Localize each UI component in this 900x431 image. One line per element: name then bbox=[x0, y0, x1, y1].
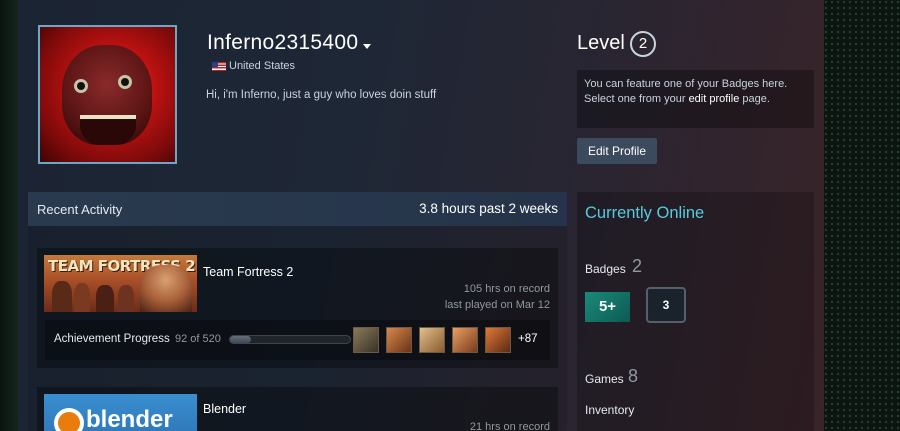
avatar-eye-left bbox=[74, 79, 88, 93]
tf2-heavy-figure bbox=[140, 265, 192, 312]
badge-info-suffix: page. bbox=[739, 93, 770, 105]
game-name[interactable]: Team Fortress 2 bbox=[203, 265, 293, 279]
tf2-figure bbox=[52, 281, 72, 312]
online-status: Currently Online bbox=[585, 204, 705, 222]
achievement-progress-row[interactable]: Achievement Progress 92 of 520 +87 bbox=[45, 320, 550, 360]
avatar[interactable] bbox=[38, 25, 177, 164]
achievement-icon[interactable] bbox=[485, 327, 511, 353]
last-played: last played on Mar 12 bbox=[444, 299, 550, 311]
badge-level[interactable]: 3 bbox=[646, 287, 686, 323]
games-link[interactable]: Games bbox=[585, 372, 624, 386]
edit-profile-button[interactable]: Edit Profile bbox=[577, 138, 657, 164]
blender-capsule-logo: blender bbox=[86, 406, 173, 431]
game-card-blender: blender Blender 21 hrs on record bbox=[37, 387, 558, 431]
more-achievements-link[interactable]: +87 bbox=[518, 333, 538, 345]
background-right-edge bbox=[824, 0, 900, 431]
hours-on-record: 105 hrs on record bbox=[463, 283, 550, 295]
badge-info-line1: You can feature one of your Badges here. bbox=[584, 78, 788, 90]
badge-years-of-service[interactable]: 5+ bbox=[585, 292, 630, 322]
tf2-figure bbox=[96, 285, 114, 312]
badge-info-line2: Select one from your edit profile page. bbox=[584, 92, 807, 107]
achievement-icon[interactable] bbox=[452, 327, 478, 353]
recent-activity-hours: 3.8 hours past 2 weeks bbox=[419, 201, 558, 216]
avatar-eye-right bbox=[118, 75, 132, 89]
game-name[interactable]: Blender bbox=[203, 402, 246, 416]
level-badge[interactable]: 2 bbox=[630, 31, 656, 57]
tf2-capsule-image[interactable]: TEAM FORTRESS 2 bbox=[44, 255, 197, 312]
inventory-link[interactable]: Inventory bbox=[585, 403, 634, 417]
us-flag-icon bbox=[212, 62, 226, 71]
badges-link[interactable]: Badges bbox=[585, 262, 626, 276]
chevron-down-icon[interactable] bbox=[363, 44, 371, 49]
game-stats: 105 hrs on record last played on Mar 12 bbox=[445, 281, 550, 313]
tf2-figure bbox=[118, 285, 134, 312]
achievement-icon[interactable] bbox=[353, 327, 379, 353]
badge-info-prefix: Select one from your bbox=[584, 93, 689, 105]
badges-count[interactable]: 2 bbox=[632, 256, 642, 277]
avatar-jaw bbox=[80, 115, 136, 145]
recent-activity-title[interactable]: Recent Activity bbox=[37, 202, 122, 217]
hours-on-record: 21 hrs on record bbox=[469, 421, 550, 431]
blender-capsule-image[interactable]: blender bbox=[44, 394, 197, 431]
username[interactable]: Inferno2315400 bbox=[207, 31, 358, 55]
level-label: Level bbox=[577, 32, 625, 54]
game-card-tf2: TEAM FORTRESS 2 Team Fortress 2 105 hrs … bbox=[37, 248, 558, 368]
achievement-progress-bar bbox=[229, 335, 351, 344]
country-label: United States bbox=[229, 60, 296, 72]
featured-badge-info: You can feature one of your Badges here.… bbox=[577, 70, 814, 128]
achievement-count: 92 of 520 bbox=[175, 333, 221, 345]
edit-profile-link[interactable]: edit profile bbox=[689, 93, 740, 105]
tf2-figure bbox=[74, 283, 90, 312]
blender-logo-icon bbox=[54, 408, 84, 431]
achievement-icon[interactable] bbox=[419, 327, 445, 353]
profile-summary: Hi, i'm Inferno, just a guy who loves do… bbox=[206, 89, 437, 101]
game-stats: 21 hrs on record bbox=[470, 419, 550, 431]
games-count[interactable]: 8 bbox=[628, 366, 638, 387]
recent-activity-header: Recent Activity 3.8 hours past 2 weeks bbox=[28, 192, 567, 226]
background-left-edge bbox=[0, 0, 18, 431]
achievement-progress-fill bbox=[230, 336, 252, 343]
achievement-icon[interactable] bbox=[386, 327, 412, 353]
achievement-progress-label: Achievement Progress bbox=[54, 333, 170, 345]
